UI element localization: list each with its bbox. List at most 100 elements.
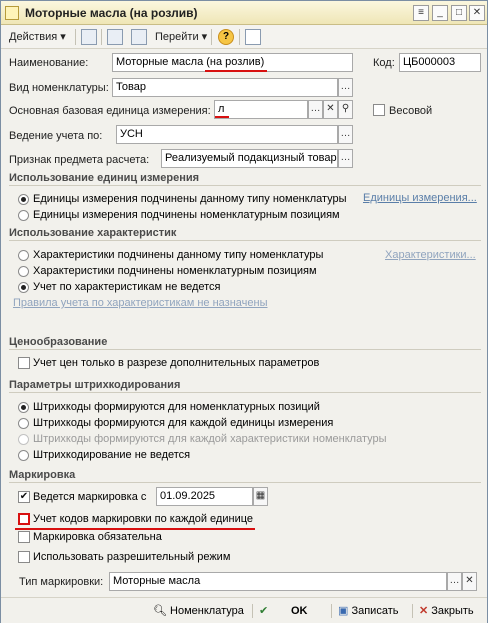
annotation-underline	[215, 116, 229, 118]
unit-open-icon[interactable]: ⚲	[338, 100, 353, 119]
goto-menu[interactable]: Перейти ▾	[155, 29, 207, 45]
units-radio-type[interactable]	[18, 194, 29, 205]
marking-mandatory-label: Маркировка обязательна	[33, 531, 162, 543]
floppy-icon: ▣	[338, 605, 349, 617]
close-window-button[interactable]: ✕	[469, 5, 485, 21]
menu-icon[interactable]: ≡	[413, 5, 429, 21]
chars-radio-positions[interactable]	[18, 266, 29, 277]
barcode-radio-units[interactable]	[18, 418, 29, 429]
toolbar-separator	[75, 29, 76, 45]
chars-section-title: Использование характеристик	[9, 227, 177, 239]
marking-section-title: Маркировка	[9, 469, 76, 481]
marking-permissive-checkbox[interactable]	[18, 551, 30, 563]
marking-type-label: Тип маркировки:	[19, 576, 104, 588]
type-label: Вид номенклатуры:	[9, 82, 109, 94]
barcode-option-chars: Штрихкоды формируются для каждой характе…	[33, 433, 387, 445]
chars-radio-none[interactable]	[18, 282, 29, 293]
type-select-button[interactable]: …	[338, 78, 353, 97]
section-divider	[9, 482, 481, 483]
code-label: Код:	[373, 57, 395, 69]
toolbar-separator	[239, 29, 240, 45]
toolbar-separator	[101, 29, 102, 45]
chars-option-type: Характеристики подчинены данному типу но…	[33, 249, 324, 261]
units-radio-positions[interactable]	[18, 210, 29, 221]
magnifier-icon: 🔍︎	[153, 605, 167, 617]
units-section-title: Использование единиц измерения	[9, 172, 200, 184]
marking-type-clear-button[interactable]: ✕	[462, 572, 477, 591]
pricing-option: Учет цен только в разрезе дополнительных…	[33, 357, 320, 369]
barcode-option-positions: Штрихкоды формируются для номенклатурных…	[33, 401, 320, 413]
chars-rules-link[interactable]: Правила учета по характеристикам не назн…	[13, 297, 268, 309]
type-field[interactable]: Товар	[112, 78, 338, 97]
chars-radio-type[interactable]	[18, 250, 29, 261]
subject-select-button[interactable]: …	[338, 149, 353, 168]
bottom-bar: 🔍︎ Номенклатура ✔ OK ▣ Записать ✕ Закрыт…	[1, 597, 487, 623]
dialog-window: Моторные масла (на розлив) ≡ _ □ ✕ Дейст…	[0, 0, 488, 623]
name-label: Наименование:	[9, 57, 89, 69]
chars-option-none: Учет по характеристикам не ведется	[33, 281, 221, 293]
nomenclature-label: Номенклатура	[170, 605, 244, 617]
barcode-option-units: Штрихкоды формируются для каждой единицы…	[33, 417, 334, 429]
accounting-field[interactable]: УСН	[116, 125, 338, 144]
marking-per-unit-label: Учет кодов маркировки по каждой единице	[33, 513, 254, 525]
marking-type-select-button[interactable]: …	[447, 572, 462, 591]
barcode-option-none: Штрихкодирование не ведется	[33, 449, 191, 461]
marking-enabled-checkbox[interactable]: ✔	[18, 491, 30, 503]
section-divider	[9, 240, 481, 241]
unit-select-button[interactable]: …	[308, 100, 323, 119]
marking-enabled-label: Ведется маркировка с	[33, 491, 147, 503]
go-up-icon[interactable]	[81, 29, 97, 45]
pricing-section-title: Ценообразование	[9, 336, 108, 348]
units-link[interactable]: Единицы измерения...	[363, 192, 477, 204]
annotation-underline	[205, 70, 267, 72]
pricing-checkbox[interactable]	[18, 357, 30, 369]
close-button[interactable]: ✕ Закрыть	[419, 603, 474, 619]
minimize-button[interactable]: _	[432, 5, 448, 21]
barcode-radio-chars[interactable]	[18, 434, 29, 445]
actions-menu[interactable]: Действия ▾	[9, 29, 66, 45]
save-button[interactable]: ▣ Записать	[338, 603, 398, 619]
unit-label: Основная базовая единица измерения:	[9, 105, 211, 117]
title-bar[interactable]: Моторные масла (на розлив) ≡ _ □ ✕	[1, 1, 487, 25]
units-option-type: Единицы измерения подчинены данному типу…	[33, 193, 347, 205]
save-label: Записать	[351, 605, 399, 617]
actions-label: Действия	[9, 31, 58, 43]
refresh-icon[interactable]	[131, 29, 147, 45]
barcode-section-title: Параметры штрихкодирования	[9, 379, 181, 391]
section-divider	[9, 185, 481, 186]
nomenclature-button[interactable]: 🔍︎ Номенклатура	[153, 603, 244, 619]
chars-option-positions: Характеристики подчинены номенклатурным …	[33, 265, 317, 277]
weight-label: Весовой	[389, 105, 433, 117]
help-icon[interactable]: ?	[218, 29, 234, 45]
toolbar-separator	[211, 29, 212, 45]
subject-field[interactable]: Реализуемый подакцизный товар	[161, 149, 338, 168]
marking-date-field[interactable]: 01.09.2025	[156, 487, 253, 506]
window-title: Моторные масла (на розлив)	[25, 6, 198, 20]
maximize-button[interactable]: □	[451, 5, 467, 21]
bottom-separator	[331, 604, 332, 618]
marking-per-unit-checkbox[interactable]	[18, 513, 30, 525]
barcode-radio-none[interactable]	[18, 450, 29, 461]
save-close-icon[interactable]	[107, 29, 123, 45]
bottom-separator	[412, 604, 413, 618]
list-icon[interactable]	[245, 29, 261, 45]
annotation-underline	[15, 528, 255, 530]
subject-label: Признак предмета расчета:	[9, 154, 150, 166]
calendar-icon[interactable]: ▦	[253, 487, 268, 506]
weight-checkbox[interactable]	[373, 104, 385, 116]
marking-mandatory-checkbox[interactable]	[18, 531, 30, 543]
marking-permissive-label: Использовать разрешительный режим	[33, 551, 231, 563]
ok-check-icon: ✔	[259, 605, 269, 617]
code-field[interactable]: ЦБ000003	[399, 53, 481, 72]
unit-clear-button[interactable]: ✕	[323, 100, 338, 119]
marking-type-field[interactable]: Моторные масла	[109, 572, 447, 591]
barcode-radio-positions[interactable]	[18, 402, 29, 413]
form-icon	[5, 6, 19, 20]
section-divider	[9, 349, 481, 350]
chars-link[interactable]: Характеристики...	[385, 249, 476, 261]
units-option-positions: Единицы измерения подчинены номенклатурн…	[33, 209, 340, 221]
accounting-label: Ведение учета по:	[9, 130, 103, 142]
ok-button[interactable]: OK	[291, 603, 308, 619]
accounting-select-button[interactable]: …	[338, 125, 353, 144]
section-divider	[9, 392, 481, 393]
